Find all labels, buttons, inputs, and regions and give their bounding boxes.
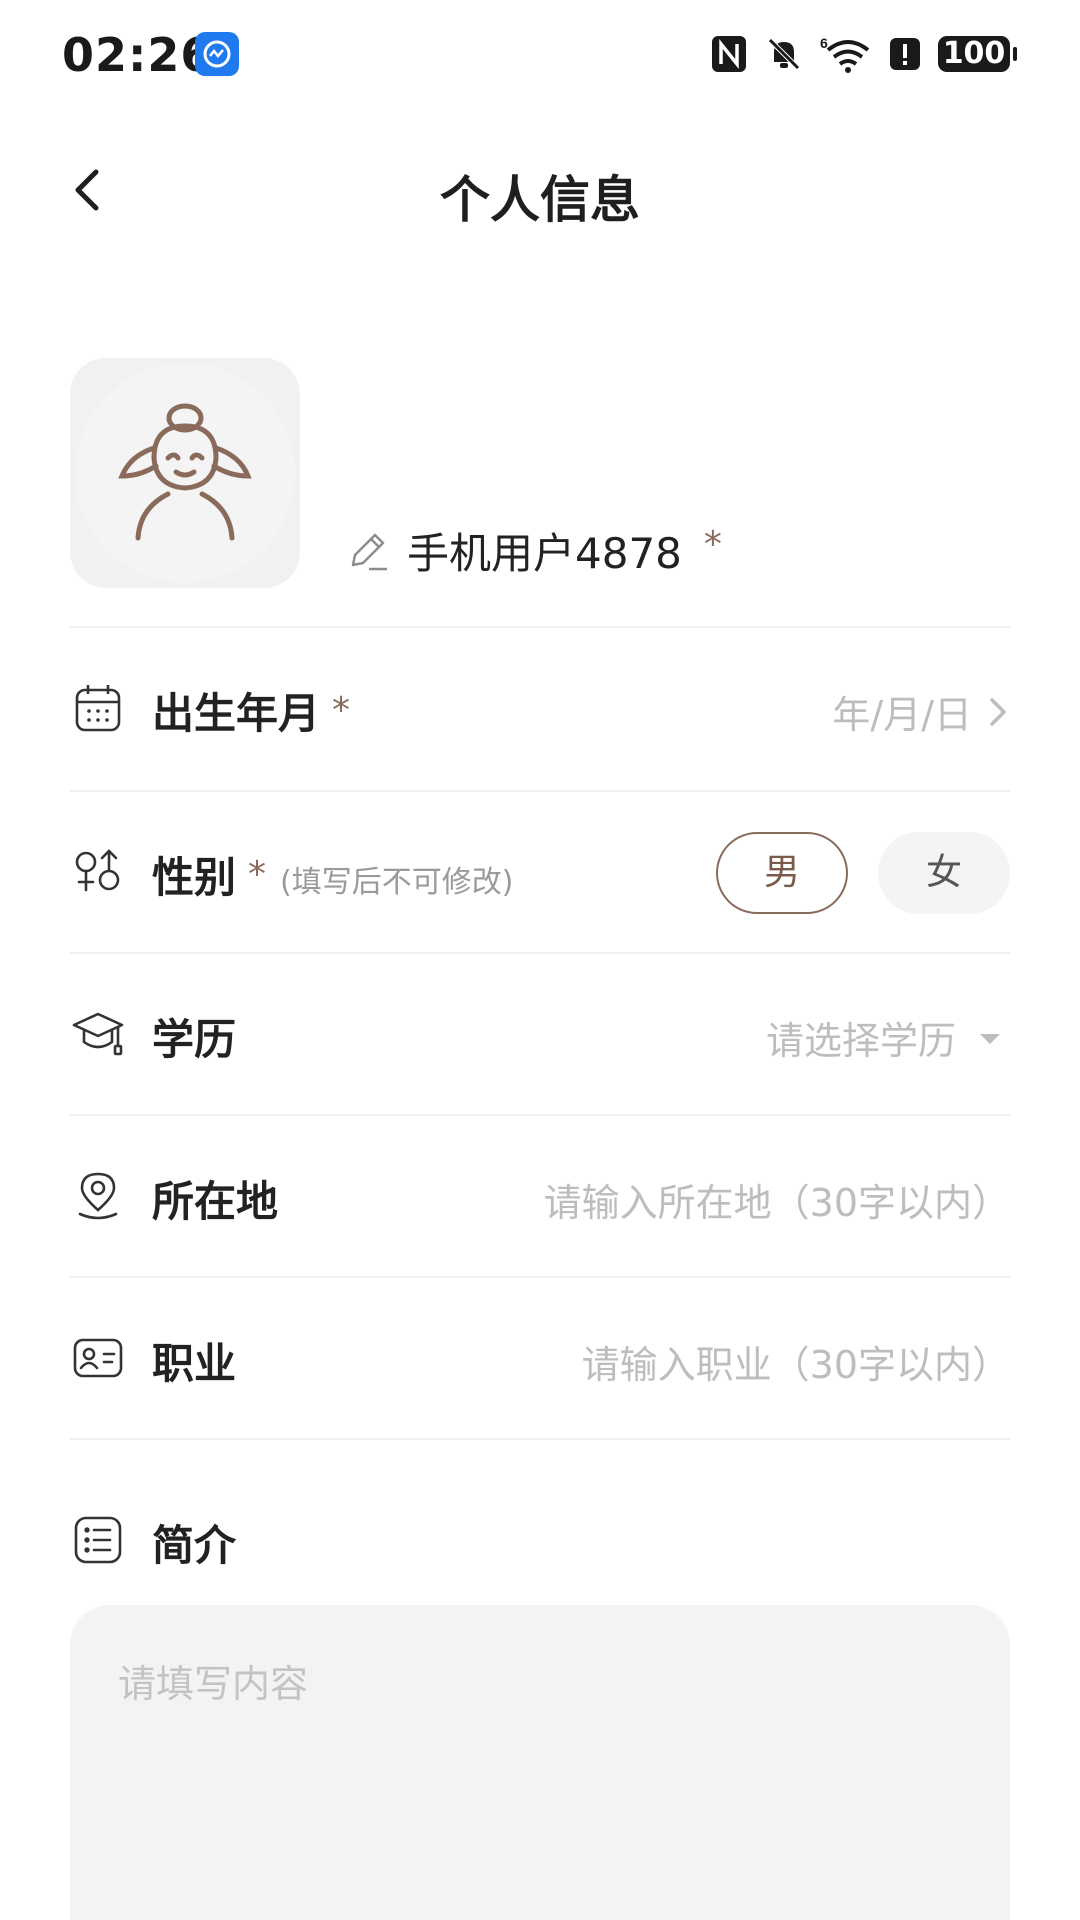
required-mark: * [703,523,722,565]
list-icon [74,1516,122,1564]
intro-textarea[interactable]: 请填写内容 [70,1605,1010,1920]
education-label: 学历 [152,1015,237,1064]
mute-bell-icon [764,34,804,74]
status-bar: 02:26 6 100 [0,0,1080,110]
nickname-row[interactable]: 手机用户4878 * [345,520,722,580]
gender-female-button[interactable]: 女 [878,832,1010,914]
gender-label: 性别 * (填写后不可修改) [152,853,514,902]
birth-value: 年/月/日 [832,693,972,737]
gender-selector: 男 女 [716,832,1010,914]
occupation-label: 职业 [152,1339,237,1388]
status-icons: 6 100 [710,34,1017,74]
birth-row[interactable]: 出生年月 * 年/月/日 [70,628,1010,790]
location-input[interactable]: 请输入所在地（30字以内） [544,1172,1010,1227]
occupation-input[interactable]: 请输入职业（30字以内） [582,1334,1010,1389]
gender-male-button[interactable]: 男 [716,832,848,914]
graduation-cap-icon [72,1012,124,1056]
gender-row: 性别 * (填写后不可修改) 男 女 [70,792,1010,954]
gender-icon [75,849,120,892]
education-placeholder: 请选择学历 [765,1019,956,1063]
chevron-right-icon [990,697,1006,726]
intro-row: 简介 [70,1460,1010,1622]
calendar-icon [75,685,121,732]
education-row[interactable]: 学历 请选择学历 [70,954,1010,1116]
id-card-icon [73,1338,123,1378]
nickname-text: 手机用户4878 [407,528,682,578]
intro-placeholder: 请填写内容 [118,1662,309,1706]
education-select[interactable]: 请选择学历 [766,1010,1010,1065]
app-notification-icon [195,32,239,76]
page-title: 个人信息 [440,171,640,229]
personal-info-screen: 02:26 6 100 个人信息 手机用户4878 * 出生年月 * 年/月/日… [0,0,1080,1920]
intro-label: 简介 [152,1521,237,1570]
birth-date-picker[interactable]: 年/月/日 [832,684,1010,739]
nfc-icon [710,34,748,74]
nav-bar: 个人信息 [0,130,1080,250]
location-pin-icon [78,1172,118,1220]
occupation-row: 职业 请输入职业（30字以内） [70,1278,1010,1440]
default-avatar-icon [75,363,295,583]
location-row: 所在地 请输入所在地（30字以内） [70,1116,1010,1278]
location-label: 所在地 [152,1177,279,1226]
battery-icon: 100 [938,36,1017,72]
wifi-6-icon: 6 [820,34,872,74]
divider [70,1438,1010,1440]
avatar[interactable] [70,358,300,588]
pencil-icon [351,533,387,571]
alert-icon [888,34,922,74]
status-time: 02:26 [62,28,214,82]
birth-label: 出生年月 * [152,689,351,738]
dropdown-arrow-icon [980,1033,1000,1044]
svg-text:6: 6 [820,35,828,51]
